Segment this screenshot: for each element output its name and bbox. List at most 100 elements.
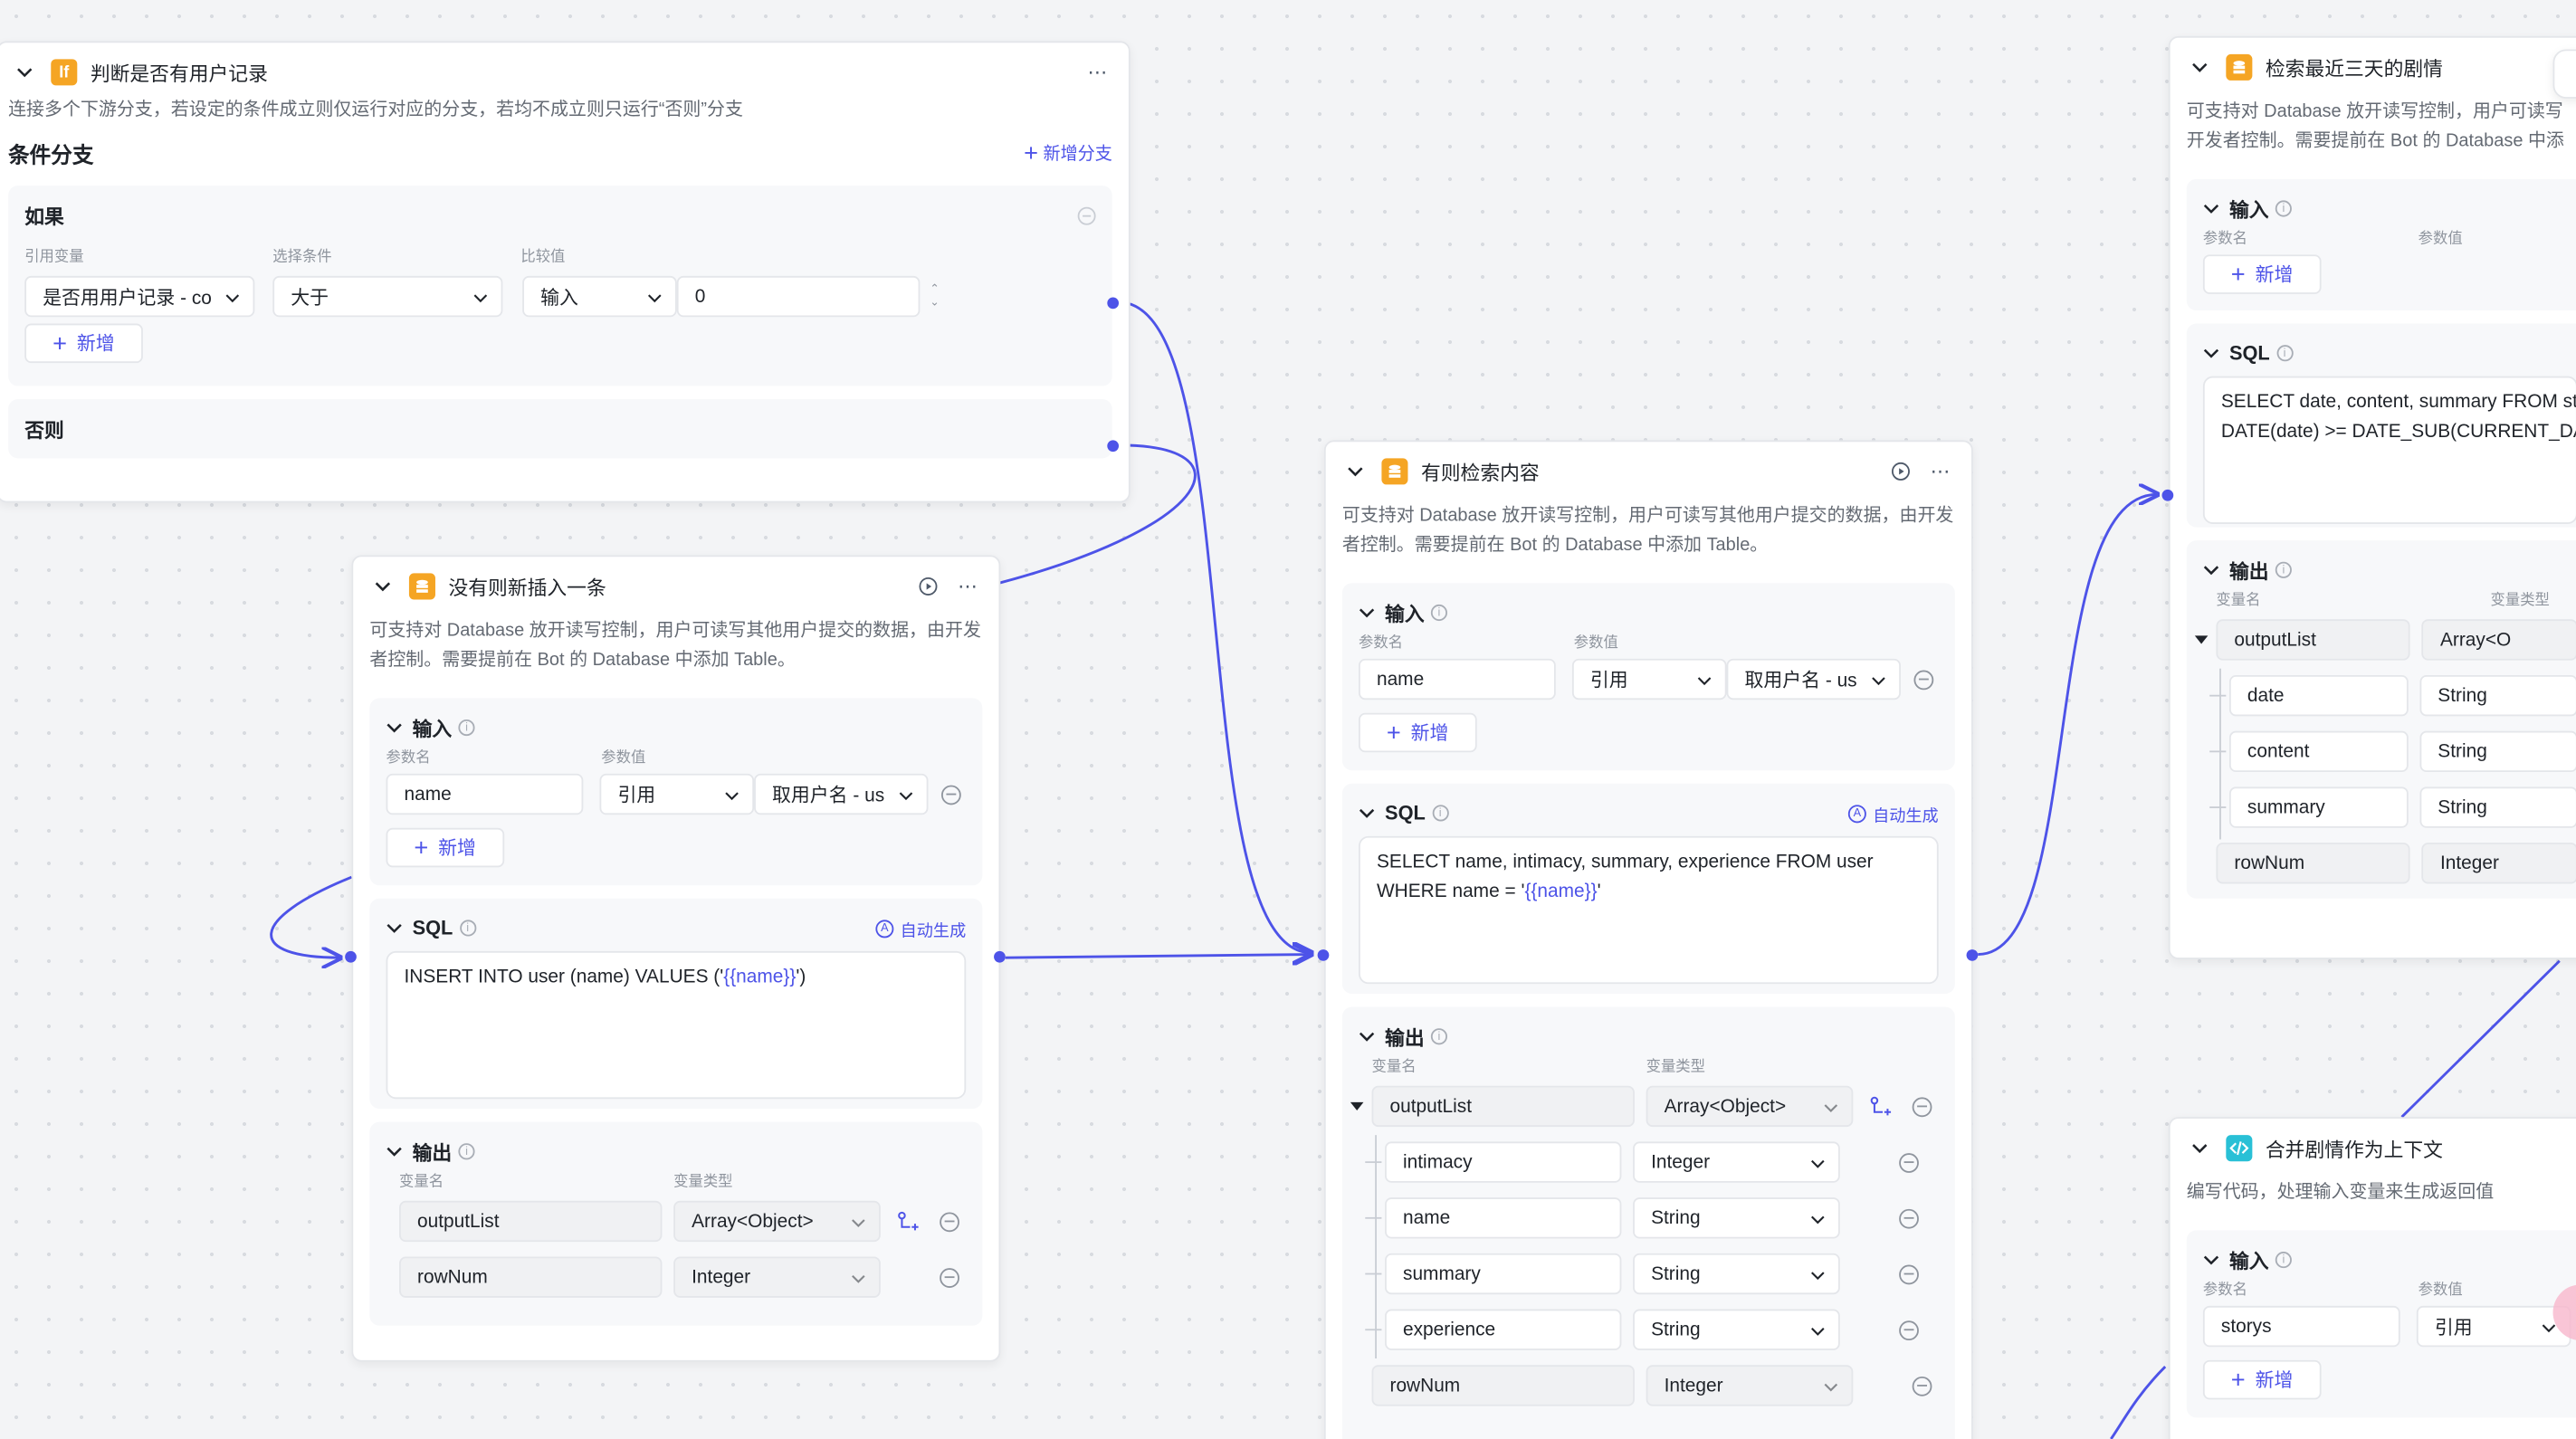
query-input-port[interactable] — [1317, 949, 1330, 961]
remove-output-icon[interactable] — [940, 1267, 959, 1288]
child-name-input[interactable]: date — [2228, 674, 2409, 717]
chevron-down-icon[interactable] — [386, 920, 403, 936]
sql-editor[interactable]: INSERT INTO user (name) VALUES ('{{name}… — [386, 950, 967, 1100]
child-name-input[interactable]: experience — [1385, 1309, 1622, 1350]
remove-output-icon[interactable] — [1899, 1263, 1919, 1284]
side-toggle-button[interactable] — [2552, 49, 2576, 99]
add-child-icon[interactable] — [1869, 1095, 1892, 1118]
code-node-header: 合并剧情作为上下文 — [2171, 1119, 2576, 1177]
child-type-select[interactable]: String — [2419, 730, 2576, 773]
more-icon[interactable]: ⋯ — [1925, 457, 1955, 487]
expand-triangle-icon[interactable] — [2194, 635, 2209, 644]
insert-input-port[interactable] — [345, 950, 357, 963]
child-name-input[interactable]: content — [2228, 730, 2409, 773]
else-output-port[interactable] — [1107, 440, 1120, 453]
param-type-select[interactable]: 引用 — [1571, 658, 1727, 700]
add-param-button[interactable]: + 新增 — [2202, 1359, 2322, 1400]
more-icon[interactable]: ⋯ — [953, 572, 983, 602]
add-param-button[interactable]: + 新增 — [2202, 254, 2322, 294]
remove-output-icon[interactable] — [1899, 1152, 1919, 1173]
more-icon[interactable]: ⋯ — [1083, 58, 1112, 88]
run-icon[interactable] — [913, 572, 943, 602]
add-child-icon[interactable] — [897, 1210, 920, 1233]
collapse-chevron-icon[interactable] — [14, 62, 34, 82]
param-type-select[interactable]: 引用 — [2416, 1305, 2571, 1348]
info-icon[interactable]: i — [459, 920, 476, 937]
param-ref-select[interactable]: 取用户名 - us — [754, 773, 929, 815]
child-name-input[interactable]: summary — [1385, 1253, 1622, 1295]
child-type-select[interactable]: String — [1633, 1309, 1840, 1350]
insert-output-port[interactable] — [994, 950, 1006, 963]
ai-icon: A — [875, 919, 894, 938]
info-icon[interactable]: i — [2275, 561, 2292, 578]
if-output-port[interactable] — [1107, 297, 1120, 310]
sql-editor[interactable]: SELECT name, intimacy, summary, experien… — [1359, 835, 1939, 985]
info-icon[interactable]: i — [458, 1143, 475, 1160]
chevron-down-icon[interactable] — [2203, 562, 2219, 578]
info-icon[interactable]: i — [1432, 805, 1449, 822]
remove-param-icon[interactable] — [940, 784, 961, 805]
remove-output-icon[interactable] — [1912, 1376, 1932, 1396]
chevron-down-icon[interactable] — [2203, 200, 2219, 216]
param-type-select[interactable]: 引用 — [599, 773, 755, 815]
info-icon[interactable]: i — [458, 719, 475, 737]
param-name-input[interactable]: name — [386, 773, 584, 815]
chevron-down-icon[interactable] — [1359, 805, 1375, 821]
if-node[interactable]: If 判断是否有用户记录 ⋯ 连接多个下游分支，若设定的条件成立则仅运行对应的分… — [0, 41, 1131, 503]
code-node[interactable]: 合并剧情作为上下文 编写代码，处理输入变量来生成返回值 输入 i 参数名 参数值 s… — [2168, 1117, 2576, 1439]
chevron-down-icon[interactable] — [386, 720, 403, 736]
insert-node[interactable]: 没有则新插入一条 ⋯ 可支持对 Database 放开读写控制，用户可读写其他用… — [351, 555, 1001, 1362]
workflow-canvas[interactable]: If 判断是否有用户记录 ⋯ 连接多个下游分支，若设定的条件成立则仅运行对应的分… — [0, 0, 2576, 1439]
remove-param-icon[interactable] — [1913, 669, 1934, 690]
param-name-value: name — [1376, 669, 1425, 690]
run-icon[interactable] — [1886, 457, 1916, 487]
chevron-down-icon[interactable] — [1359, 605, 1375, 621]
query-node[interactable]: 有则检索内容 ⋯ 可支持对 Database 放开读写控制，用户可读写其他用户提… — [1323, 440, 1973, 1439]
chevron-down-icon[interactable] — [2203, 1252, 2219, 1268]
info-icon[interactable]: i — [2275, 200, 2292, 217]
stepper-icon[interactable]: ⌃ ⌄ — [930, 283, 940, 310]
param-name-input[interactable]: storys — [2202, 1305, 2400, 1348]
info-icon[interactable]: i — [2275, 1252, 2292, 1269]
remove-output-icon[interactable] — [1899, 1207, 1919, 1228]
remove-branch-icon[interactable] — [1077, 206, 1096, 225]
auto-generate-button[interactable]: A 自动生成 — [1847, 801, 1939, 825]
child-type-select[interactable]: String — [2419, 674, 2576, 717]
child-name-input[interactable]: name — [1385, 1197, 1622, 1239]
info-icon[interactable]: i — [2275, 345, 2294, 362]
add-param-button[interactable]: + 新增 — [1359, 712, 1477, 753]
ref-variable-select[interactable]: 是否用用户记录 - co — [24, 275, 255, 318]
remove-output-icon[interactable] — [940, 1211, 959, 1232]
auto-generate-button[interactable]: A 自动生成 — [875, 916, 966, 940]
param-ref-select[interactable]: 取用户名 - us — [1726, 658, 1901, 700]
child-type-select[interactable]: String — [2419, 786, 2576, 828]
remove-output-icon[interactable] — [1899, 1320, 1919, 1340]
collapse-chevron-icon[interactable] — [373, 577, 393, 596]
child-name-input[interactable]: intimacy — [1385, 1141, 1622, 1183]
remove-output-icon[interactable] — [1912, 1096, 1932, 1117]
collapse-chevron-icon[interactable] — [2190, 1139, 2209, 1158]
expand-triangle-icon[interactable] — [1350, 1101, 1364, 1110]
query-output-port[interactable] — [1966, 949, 1979, 961]
info-icon[interactable]: i — [1430, 604, 1448, 622]
recent-input-port[interactable] — [2161, 489, 2174, 501]
child-name-input[interactable]: summary — [2228, 786, 2409, 828]
condition-select[interactable]: 大于 — [272, 275, 503, 318]
child-type-select[interactable]: Integer — [1633, 1141, 1840, 1183]
add-param-button[interactable]: + 新增 — [386, 827, 504, 868]
info-icon[interactable]: i — [1430, 1028, 1448, 1045]
add-branch-button[interactable]: + 新增分支 — [1024, 139, 1112, 167]
sql-editor[interactable]: SELECT date, content, summary FROM st DAT… — [2202, 376, 2576, 524]
child-type-select[interactable]: String — [1633, 1197, 1840, 1239]
param-name-input[interactable]: name — [1359, 658, 1556, 700]
chevron-down-icon[interactable] — [2203, 345, 2219, 361]
collapse-chevron-icon[interactable] — [1345, 462, 1365, 481]
chevron-down-icon[interactable] — [386, 1143, 403, 1159]
recent-node[interactable]: 检索最近三天的剧情 可支持对 Database 放开读写控制，用户可读写 开发者控… — [2168, 35, 2576, 959]
child-type-select[interactable]: String — [1633, 1253, 1840, 1295]
compare-type-select[interactable]: 输入 — [522, 275, 677, 318]
add-condition-button[interactable]: + 新增 — [24, 323, 143, 364]
chevron-down-icon[interactable] — [1359, 1028, 1375, 1044]
collapse-chevron-icon[interactable] — [2190, 58, 2209, 78]
compare-value-input[interactable]: 0 — [676, 275, 921, 318]
